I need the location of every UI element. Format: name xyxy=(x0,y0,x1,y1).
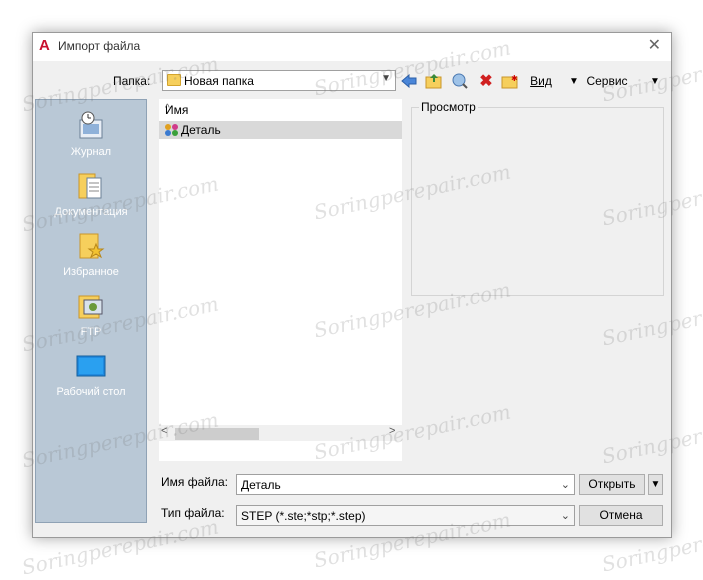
place-label: FTP xyxy=(80,326,102,338)
filetype-label: Тип файла: xyxy=(161,506,225,520)
place-documents[interactable]: Документация xyxy=(36,170,146,218)
ftp-icon xyxy=(76,290,106,322)
list-item[interactable]: Деталь xyxy=(159,121,402,139)
documents-icon xyxy=(76,170,106,202)
cancel-button[interactable]: Отмена xyxy=(579,505,663,526)
sort-ascending-icon: ^ xyxy=(165,103,170,114)
import-file-dialog: A Импорт файла ✕ Папка: Новая папка ▼ ✖ … xyxy=(32,32,672,538)
place-label: Рабочий стол xyxy=(56,386,126,398)
preview-panel xyxy=(411,107,664,296)
folder-label: Папка: xyxy=(113,74,151,88)
part-file-icon xyxy=(165,124,178,136)
svg-text:✱: ✱ xyxy=(511,74,518,83)
tools-chevron-down-icon[interactable]: ▼ xyxy=(648,71,662,91)
chevron-down-icon: ▼ xyxy=(381,73,391,84)
scroll-thumb[interactable] xyxy=(175,428,259,440)
filename-label: Имя файла: xyxy=(161,475,228,489)
filetype-value: STEP (*.ste;*stp;*.step) xyxy=(241,509,366,523)
place-ftp[interactable]: FTP xyxy=(36,290,146,338)
autocad-logo-icon: A xyxy=(39,37,50,54)
filename-value: Деталь xyxy=(241,478,281,492)
back-icon[interactable] xyxy=(400,71,418,91)
folder-value: Новая папка xyxy=(184,74,254,88)
place-history[interactable]: Журнал xyxy=(36,110,146,158)
column-header-name[interactable]: Имя ^ xyxy=(159,99,402,119)
chevron-down-icon: ⌄ xyxy=(560,510,570,522)
folder-icon xyxy=(167,74,181,86)
history-icon xyxy=(76,110,106,142)
preview-label: Просмотр xyxy=(419,100,478,114)
place-label: Документация xyxy=(54,206,128,218)
folder-dropdown[interactable]: Новая папка ▼ xyxy=(162,70,396,91)
place-favorites[interactable]: Избранное xyxy=(36,230,146,278)
close-icon[interactable]: ✕ xyxy=(648,37,661,55)
chevron-down-icon[interactable]: ⌄ xyxy=(561,478,570,491)
view-menu[interactable]: Вид xyxy=(529,71,553,91)
filetype-dropdown[interactable]: STEP (*.ste;*stp;*.step) ⌄ xyxy=(236,505,575,526)
up-folder-icon[interactable] xyxy=(424,71,444,91)
favorites-icon xyxy=(76,230,106,262)
desktop-icon xyxy=(76,350,106,382)
filename-input[interactable]: Деталь ⌄ xyxy=(236,474,575,495)
view-chevron-down-icon[interactable]: ▼ xyxy=(567,71,581,91)
scroll-left-icon[interactable]: < xyxy=(161,425,167,437)
horizontal-scrollbar[interactable]: < > xyxy=(159,425,402,441)
tools-menu[interactable]: Сервис xyxy=(585,71,629,91)
file-name: Деталь xyxy=(181,123,221,137)
open-options-chevron-icon[interactable]: ▼ xyxy=(648,474,663,495)
place-desktop[interactable]: Рабочий стол xyxy=(36,350,146,398)
search-web-icon[interactable] xyxy=(450,71,470,91)
file-list[interactable]: Имя ^ Деталь xyxy=(159,99,402,461)
scroll-right-icon[interactable]: > xyxy=(389,425,395,437)
window-title: Импорт файла xyxy=(58,39,141,53)
open-button[interactable]: Открыть xyxy=(579,474,645,495)
place-label: Журнал xyxy=(70,146,112,158)
place-label: Избранное xyxy=(63,266,119,278)
title-bar: A Импорт файла ✕ xyxy=(33,33,671,61)
delete-icon[interactable]: ✖ xyxy=(476,71,496,91)
new-folder-icon[interactable]: ✱ xyxy=(500,71,520,91)
places-sidebar: Журнал Документация Избранное FTP Рабочи… xyxy=(35,99,147,523)
